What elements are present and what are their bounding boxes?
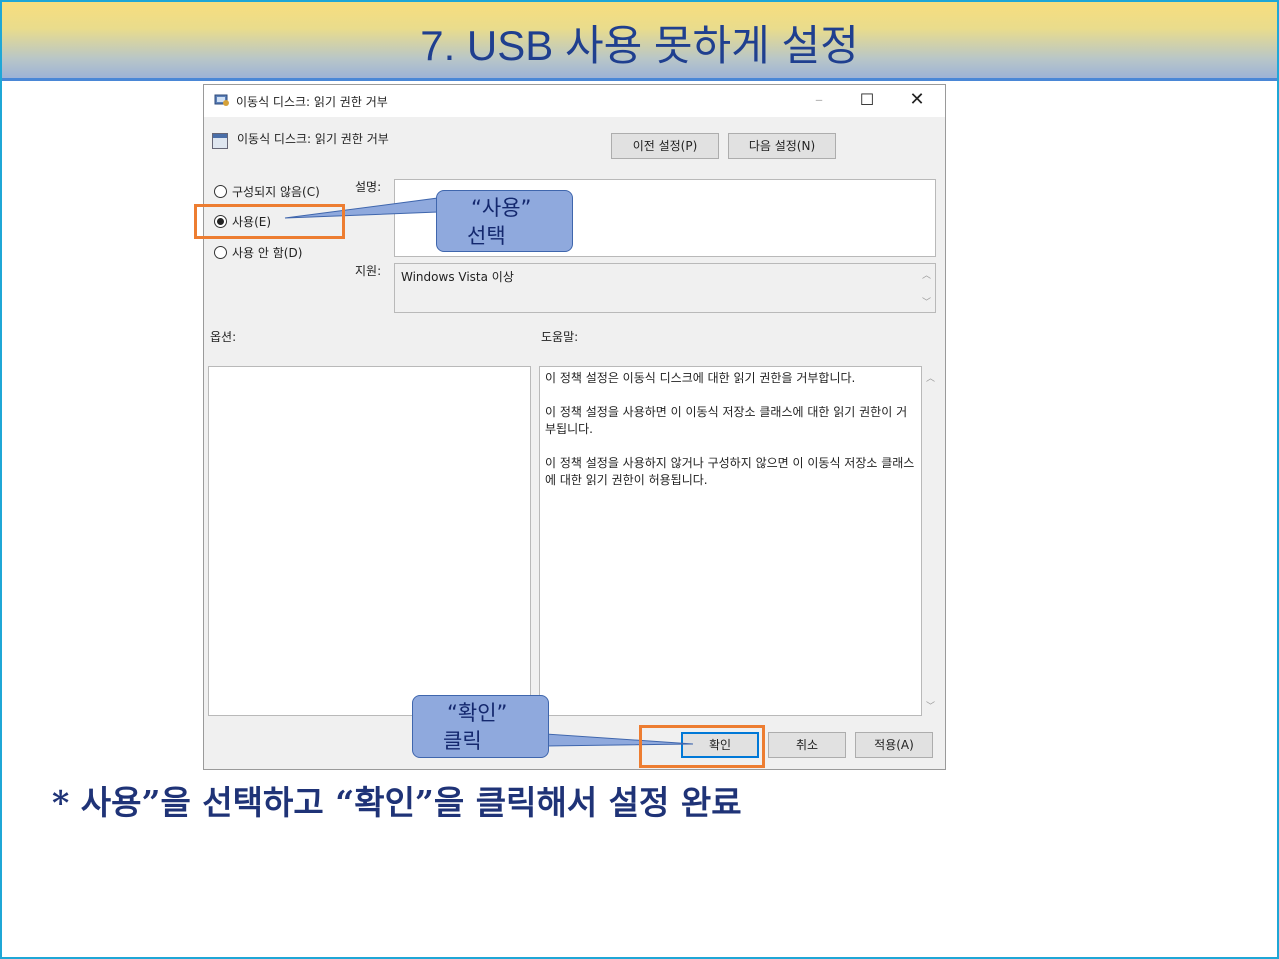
callout-line: 선택 xyxy=(467,224,506,248)
radio-disabled[interactable]: 사용 안 함(D) xyxy=(214,244,302,261)
policy-app-icon xyxy=(214,94,229,106)
help-scroll-up-icon[interactable]: ︿ xyxy=(926,371,941,384)
help-scroll-down-icon[interactable]: ﹀ xyxy=(926,699,941,712)
supported-label: 지원: xyxy=(355,264,382,278)
callout-line: “사용” xyxy=(471,196,532,220)
enabled-highlight-box xyxy=(194,204,345,239)
callout-line: “확인” xyxy=(447,701,508,725)
help-pane[interactable]: 이 정책 설정은 이동식 디스크에 대한 읽기 권한을 거부합니다. 이 정책 … xyxy=(539,366,922,716)
scroll-down-icon[interactable]: ﹀ xyxy=(922,295,931,308)
policy-setting-icon xyxy=(212,133,228,149)
help-paragraph: 이 정책 설정은 이동식 디스크에 대한 읽기 권한을 거부합니다. xyxy=(545,371,856,385)
radio-label: 사용 안 함(D) xyxy=(232,246,303,260)
help-paragraph: 이 정책 설정을 사용하지 않거나 구성하지 않으면 이 이동식 저장소 클래스… xyxy=(545,456,915,487)
policy-dialog: 이동식 디스크: 읽기 권한 거부 – ☐ ✕ 이동식 디스크: 읽기 권한 거… xyxy=(203,84,946,770)
radio-not-configured[interactable]: 구성되지 않음(C) xyxy=(214,183,320,200)
setting-title: 이동식 디스크: 읽기 권한 거부 xyxy=(237,132,389,146)
click-ok-callout: “확인” 클릭 xyxy=(412,695,549,758)
minimize-icon[interactable]: – xyxy=(796,85,842,117)
supported-on-value: Windows Vista 이상 xyxy=(401,270,514,284)
ok-highlight-box xyxy=(639,725,765,768)
apply-button[interactable]: 적용(A) xyxy=(855,732,933,758)
radio-circle[interactable] xyxy=(214,246,227,259)
window-title: 이동식 디스크: 읽기 권한 거부 xyxy=(236,95,388,109)
options-label: 옵션: xyxy=(210,330,237,344)
options-pane[interactable] xyxy=(208,366,531,716)
next-setting-button[interactable]: 다음 설정(N) xyxy=(728,133,836,159)
title-bar[interactable]: 이동식 디스크: 읽기 권한 거부 – ☐ ✕ xyxy=(204,85,945,117)
supported-on-field: Windows Vista 이상 ︿ ﹀ xyxy=(394,263,936,313)
slide-title: 7. USB 사용 못하게 설정 xyxy=(420,22,859,69)
header-divider xyxy=(2,78,1277,81)
select-enabled-callout: “사용” 선택 xyxy=(436,190,573,252)
instruction-note: * 사용”을 선택하고 “확인”을 클릭해서 설정 완료 xyxy=(52,783,742,822)
scroll-up-icon[interactable]: ︿ xyxy=(922,268,931,281)
callout-line: 클릭 xyxy=(443,729,482,753)
help-label: 도움말: xyxy=(541,330,579,344)
radio-label: 구성되지 않음(C) xyxy=(232,185,320,199)
close-icon[interactable]: ✕ xyxy=(894,85,940,117)
help-text: 이 정책 설정은 이동식 디스크에 대한 읽기 권한을 거부합니다. 이 정책 … xyxy=(545,370,915,506)
help-paragraph: 이 정책 설정을 사용하면 이 이동식 저장소 클래스에 대한 읽기 권한이 거… xyxy=(545,405,908,436)
radio-circle[interactable] xyxy=(214,185,227,198)
previous-setting-button[interactable]: 이전 설정(P) xyxy=(611,133,719,159)
comment-label: 설명: xyxy=(355,180,382,194)
maximize-icon[interactable]: ☐ xyxy=(844,85,890,117)
cancel-button[interactable]: 취소 xyxy=(768,732,846,758)
